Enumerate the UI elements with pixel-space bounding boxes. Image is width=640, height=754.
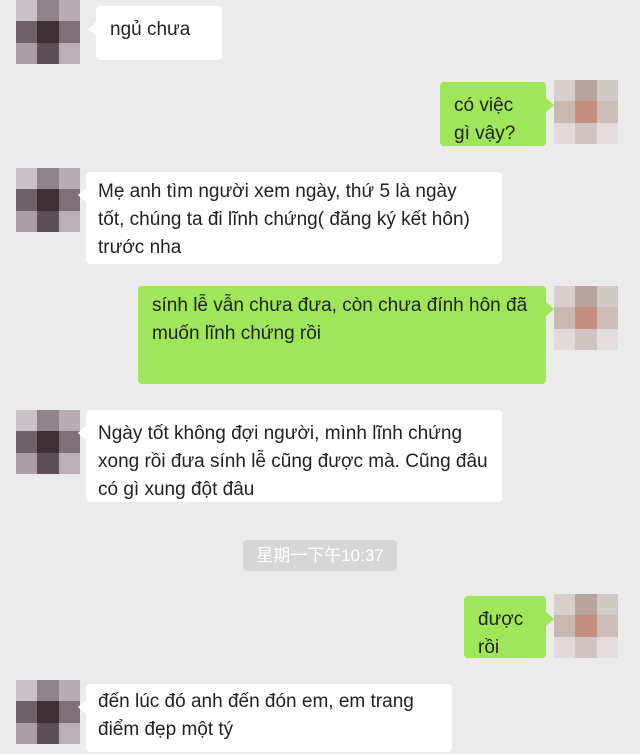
message-text: Mẹ anh tìm người xem ngày, thứ 5 là ngày…: [98, 181, 470, 258]
message-text: ngủ chưa: [110, 19, 191, 40]
message-text: được rồi: [478, 609, 524, 658]
message-bubble-incoming[interactable]: Ngày tốt không đợi người, mình lĩnh chứn…: [78, 410, 502, 502]
user-avatar[interactable]: [554, 594, 618, 658]
user-avatar[interactable]: [554, 80, 618, 144]
message-bubble-outgoing[interactable]: có việc gì vậy?: [440, 82, 554, 146]
message-text: Ngày tốt không đợi người, mình lĩnh chứn…: [98, 423, 488, 500]
contact-avatar[interactable]: [16, 0, 80, 64]
message-bubble-incoming[interactable]: Mẹ anh tìm người xem ngày, thứ 5 là ngày…: [78, 172, 502, 264]
message-text: có việc gì vậy?: [454, 95, 516, 144]
timestamp-label: 星期一下午10:37: [243, 540, 397, 571]
message-bubble-outgoing[interactable]: sính lễ vẫn chưa đưa, còn chưa đính hôn …: [138, 286, 554, 384]
contact-avatar[interactable]: [16, 680, 80, 744]
user-avatar[interactable]: [554, 286, 618, 350]
contact-avatar[interactable]: [16, 168, 80, 232]
contact-avatar[interactable]: [16, 410, 80, 474]
message-text: đến lúc đó anh đến đón em, em trang điểm…: [98, 691, 414, 740]
message-bubble-incoming[interactable]: ngủ chưa: [88, 6, 222, 60]
message-bubble-incoming[interactable]: đến lúc đó anh đến đón em, em trang điểm…: [78, 684, 452, 752]
message-text: sính lễ vẫn chưa đưa, còn chưa đính hôn …: [152, 295, 528, 344]
message-bubble-outgoing[interactable]: được rồi: [464, 596, 554, 658]
chat-window: ngủ chưa có việc gì vậy? Mẹ anh tìm ngườ…: [0, 0, 640, 754]
